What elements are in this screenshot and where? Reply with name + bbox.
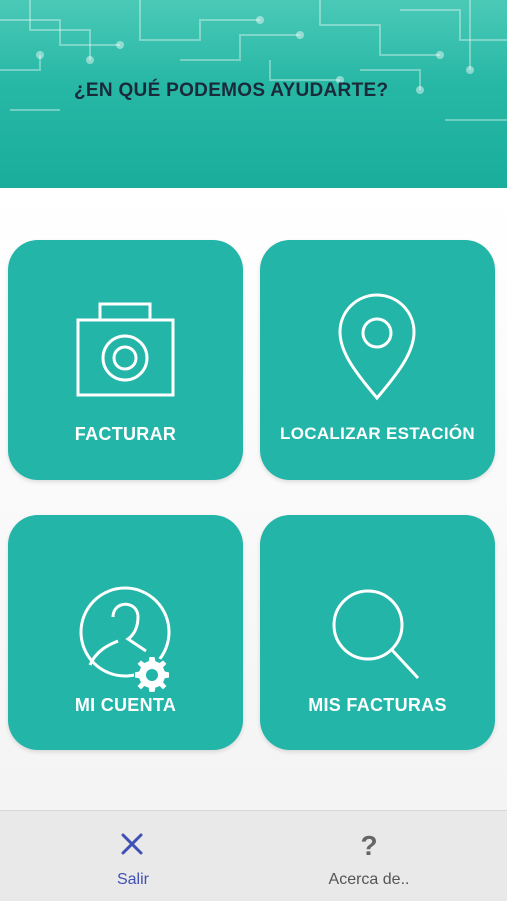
camera-icon: [76, 302, 175, 397]
mis-facturas-tile[interactable]: MIS FACTURAS: [260, 515, 495, 750]
facturar-tile[interactable]: FACTURAR: [8, 240, 243, 480]
bottom-navigation: Salir ? Acerca de..: [0, 810, 507, 901]
localizar-estacion-tile[interactable]: LOCALIZAR ESTACIÓN: [260, 240, 495, 480]
facturar-label: FACTURAR: [74, 424, 177, 444]
mi-cuenta-label: MI CUENTA: [74, 695, 177, 715]
menu-grid: FACTURAR LOCALIZAR ESTACIÓN MI CUENTA MI…: [0, 188, 507, 810]
exit-button[interactable]: Salir: [68, 811, 198, 901]
location-pin-icon: [338, 293, 416, 401]
mis-facturas-label: MIS FACTURAS: [308, 695, 447, 715]
header-banner: ¿EN QUÉ PODEMOS AYUDARTE?: [0, 0, 507, 188]
page-title: ¿EN QUÉ PODEMOS AYUDARTE?: [74, 80, 389, 101]
user-settings-icon: [79, 586, 171, 693]
question-icon: ?: [360, 830, 377, 861]
localizar-estacion-label: LOCALIZAR ESTACIÓN: [280, 424, 475, 443]
search-icon: [332, 589, 420, 680]
mi-cuenta-tile[interactable]: MI CUENTA: [8, 515, 243, 750]
close-icon: [121, 833, 143, 855]
about-label: Acerca de..: [328, 871, 410, 888]
exit-label: Salir: [116, 871, 149, 888]
svg-text:?: ?: [360, 830, 377, 861]
about-button[interactable]: ? Acerca de..: [304, 811, 434, 901]
